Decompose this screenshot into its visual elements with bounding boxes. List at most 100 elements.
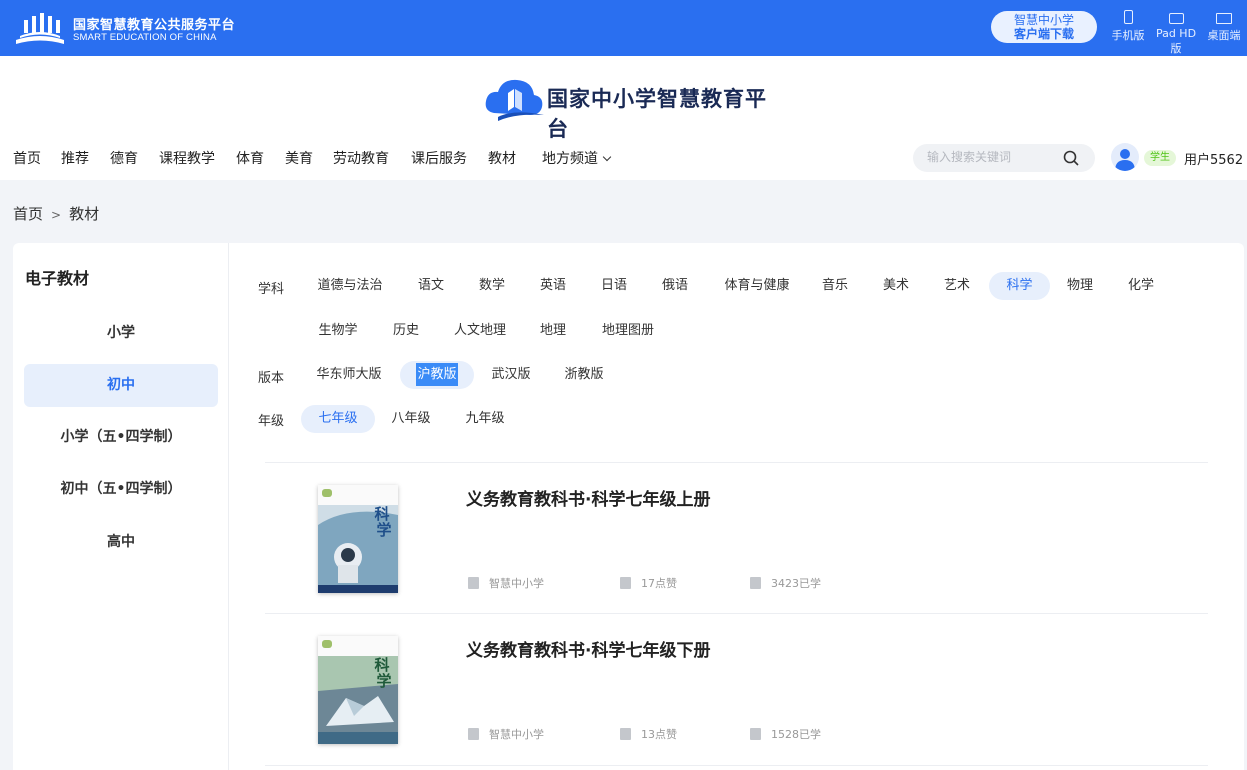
breadcrumb-home[interactable]: 首页 [13, 205, 43, 223]
nav-moral[interactable]: 德育 [110, 148, 138, 168]
sidebar-title: 电子教材 [25, 269, 90, 288]
subject-label: 学科 [258, 282, 285, 297]
book-learners: 1528已学 [750, 726, 821, 742]
subject-chip[interactable]: 地理图册 [593, 317, 663, 345]
learners-icon [750, 728, 761, 740]
book-title[interactable]: 义务教育教科书·科学七年级下册 [466, 636, 710, 661]
learners-text: 1528已学 [771, 728, 821, 741]
nav-after-school[interactable]: 课后服务 [411, 148, 467, 168]
edition-chip[interactable]: 华东师大版 [309, 361, 389, 389]
device-desktop-link[interactable]: 桌面端 [1204, 10, 1244, 43]
nav-local-label: 地方频道 [542, 151, 598, 167]
search-input[interactable] [927, 150, 1057, 164]
device-label: Pad HD版 [1155, 27, 1197, 55]
nav-local-channel[interactable]: 地方频道 [542, 148, 612, 168]
publisher-text: 智慧中小学 [489, 728, 544, 741]
edition-chip[interactable]: 武汉版 [484, 361, 538, 389]
chevron-down-icon [602, 152, 612, 162]
subject-chip[interactable]: 化学 [1117, 272, 1165, 300]
platform-subtitle: SMART EDUCATION OF CHINA [73, 32, 217, 43]
desktop-icon [1216, 13, 1232, 24]
smart-education-logo-icon [16, 13, 64, 44]
edition-chip[interactable]: 浙教版 [557, 361, 611, 389]
subject-chip[interactable]: 语文 [407, 272, 455, 300]
sidebar-item-primary[interactable]: 小学 [24, 312, 218, 355]
nav-sports[interactable]: 体育 [236, 148, 264, 168]
tablet-icon [1168, 13, 1184, 24]
cloud-logo-icon [485, 79, 544, 121]
book-cover[interactable]: 科 学 [318, 485, 398, 593]
subject-chip[interactable]: 音乐 [811, 272, 859, 300]
breadcrumb: 首页 > 教材 [13, 203, 99, 224]
role-badge: 学生 [1144, 150, 1176, 166]
subject-chip[interactable]: 人文地理 [445, 317, 515, 345]
subject-chip[interactable]: 俄语 [651, 272, 699, 300]
subject-chip[interactable]: 体育与健康 [712, 272, 802, 300]
search-box [913, 144, 1095, 172]
device-phone-link[interactable]: 手机版 [1108, 10, 1148, 43]
thumbs-up-icon [620, 728, 631, 740]
learners-text: 3423已学 [771, 577, 821, 590]
subject-chip[interactable]: 日语 [590, 272, 638, 300]
device-pad-link[interactable]: Pad HD版 [1151, 10, 1201, 56]
client-download-button[interactable]: 智慧中小学 客户端下载 [991, 11, 1097, 43]
cover-char: 学 [376, 521, 391, 539]
grade-chip-active[interactable]: 七年级 [301, 405, 375, 433]
book-item[interactable]: 科 学 义务教育教科书·科学七年级上册 智慧中小学 17点赞 3423已学 [265, 463, 1208, 613]
nav-textbooks[interactable]: 教材 [488, 148, 516, 168]
user-icon [1115, 149, 1135, 171]
book-cover[interactable]: 科 学 [318, 636, 398, 744]
breadcrumb-separator-icon: > [51, 208, 62, 222]
edition-selected-label: 沪教版 [416, 363, 458, 386]
book-learners: 3423已学 [750, 575, 821, 591]
brand[interactable]: 国家中小学智慧教育平台 [484, 75, 784, 141]
subject-chip[interactable]: 数学 [468, 272, 516, 300]
grade-chip[interactable]: 九年级 [458, 405, 512, 433]
subject-chip[interactable]: 物理 [1056, 272, 1104, 300]
cover-char: 学 [376, 672, 391, 690]
book-cover-image-icon: 科 学 [318, 636, 398, 744]
brand-name: 国家中小学智慧教育平台 [547, 86, 767, 141]
subject-chip[interactable]: 生物学 [308, 317, 368, 345]
device-label: 手机版 [1111, 29, 1145, 42]
breadcrumb-current: 教材 [69, 205, 100, 223]
book-publisher: 智慧中小学 [468, 575, 544, 591]
nav-home[interactable]: 首页 [13, 148, 41, 168]
sidebar-item-junior[interactable]: 初中 [24, 364, 218, 407]
book-likes: 17点赞 [620, 575, 677, 591]
top-bar: 国家智慧教育公共服务平台 SMART EDUCATION OF CHINA 智慧… [0, 0, 1247, 56]
subject-chip[interactable]: 地理 [529, 317, 577, 345]
grade-label: 年级 [258, 414, 285, 429]
book-title[interactable]: 义务教育教科书·科学七年级上册 [466, 485, 710, 510]
username[interactable]: 用户5562 [1184, 149, 1243, 168]
likes-text: 13点赞 [641, 728, 677, 741]
grade-chip[interactable]: 八年级 [384, 405, 438, 433]
subject-chip[interactable]: 英语 [529, 272, 577, 300]
likes-text: 17点赞 [641, 577, 677, 590]
learners-icon [750, 577, 761, 589]
nav-labor[interactable]: 劳动教育 [333, 148, 389, 168]
sidebar: 电子教材 小学 初中 小学（五•四学制） 初中（五•四学制） 高中 [13, 243, 229, 770]
subject-chip-active[interactable]: 科学 [989, 272, 1050, 300]
search-icon[interactable] [1063, 150, 1079, 166]
subject-chip[interactable]: 历史 [382, 317, 430, 345]
nav-arts[interactable]: 美育 [285, 148, 313, 168]
subject-chip[interactable]: 美术 [872, 272, 920, 300]
thumbs-up-icon [620, 577, 631, 589]
subject-chip[interactable]: 道德与法治 [308, 272, 392, 300]
book-cover-image-icon: 科 学 [318, 485, 398, 593]
device-label: 桌面端 [1207, 29, 1241, 42]
book-item[interactable]: 科 学 义务教育教科书·科学七年级下册 智慧中小学 13点赞 1528已学 [265, 614, 1208, 764]
subject-chip[interactable]: 艺术 [933, 272, 981, 300]
download-line-2: 客户端下载 [1013, 27, 1074, 41]
sidebar-item-primary-54[interactable]: 小学（五•四学制） [24, 416, 218, 459]
nav-recommend[interactable]: 推荐 [61, 148, 89, 168]
edition-label: 版本 [258, 371, 285, 386]
sidebar-item-senior[interactable]: 高中 [24, 521, 218, 564]
edition-chip-active[interactable]: 沪教版 [400, 361, 474, 389]
avatar[interactable] [1111, 143, 1139, 171]
document-icon [468, 728, 479, 740]
divider [265, 765, 1208, 766]
sidebar-item-junior-54[interactable]: 初中（五•四学制） [24, 468, 218, 511]
nav-curriculum[interactable]: 课程教学 [159, 148, 215, 168]
